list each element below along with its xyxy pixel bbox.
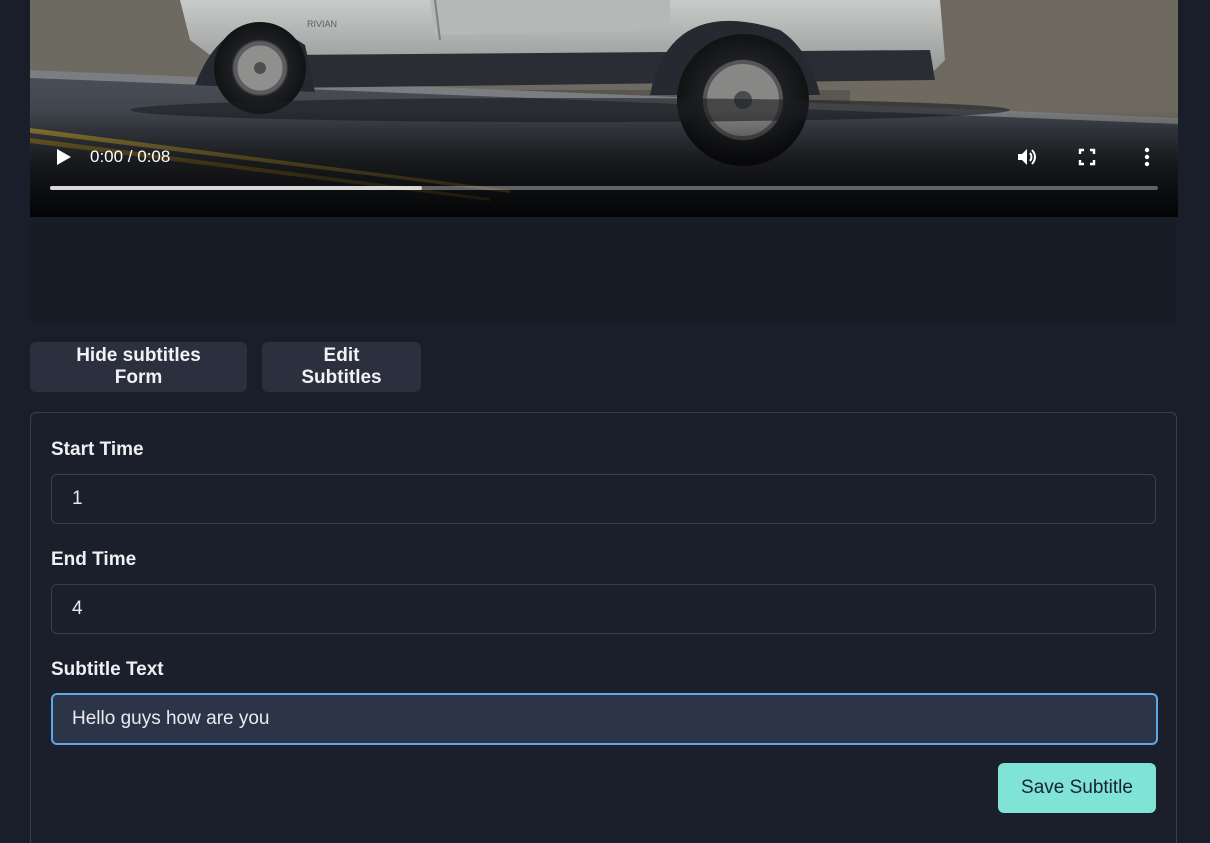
save-subtitle-button[interactable]: Save Subtitle xyxy=(998,763,1156,813)
time-display: 0:00 / 0:08 xyxy=(90,147,171,166)
volume-icon[interactable] xyxy=(1016,146,1038,168)
more-options-icon[interactable] xyxy=(1136,146,1158,168)
start-time-input[interactable] xyxy=(51,474,1156,524)
play-icon[interactable] xyxy=(52,146,74,168)
end-time-label: End Time xyxy=(51,549,137,570)
subtitle-text-input[interactable] xyxy=(51,693,1158,745)
fullscreen-icon[interactable] xyxy=(1076,146,1098,168)
start-time-label: Start Time xyxy=(51,439,144,460)
video-controls: 0:00 / 0:08 xyxy=(30,0,1178,217)
end-time-input[interactable] xyxy=(51,584,1156,634)
subtitle-form: Start Time End Time Subtitle Text Save S… xyxy=(30,412,1177,843)
subtitle-text-label: Subtitle Text xyxy=(51,659,164,680)
hide-subtitles-form-button[interactable]: Hide subtitles Form xyxy=(30,342,247,392)
video-progress-fill xyxy=(50,186,423,190)
edit-subtitles-button[interactable]: Edit Subtitles xyxy=(262,342,421,392)
subtitle-overlay-area xyxy=(30,217,1177,322)
video-player[interactable]: RIVIAN 0:00 / 0:08 xyxy=(30,0,1178,217)
page: RIVIAN 0:00 / 0:08 xyxy=(0,0,1210,843)
video-progress-bar[interactable] xyxy=(50,186,1158,190)
